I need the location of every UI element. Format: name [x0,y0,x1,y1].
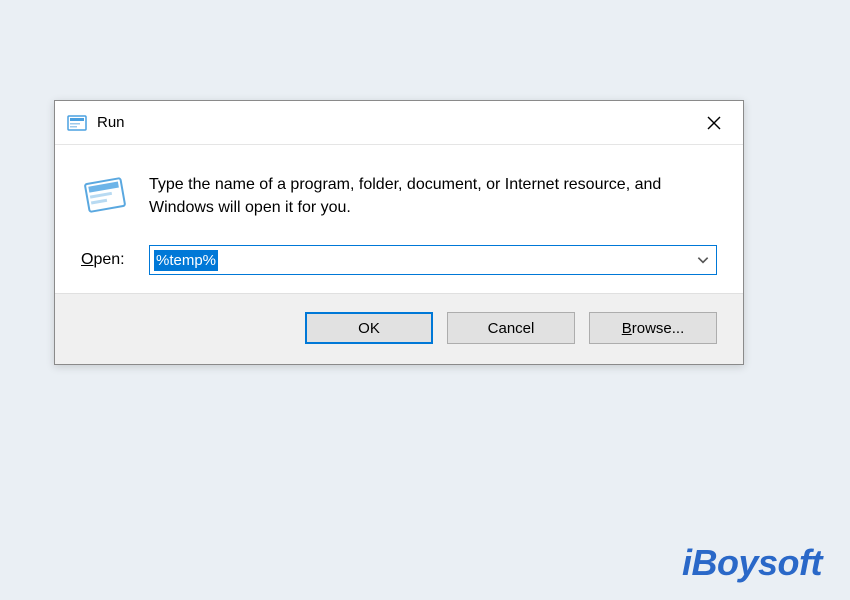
cancel-button[interactable]: Cancel [447,312,575,344]
button-row: OK Cancel Browse... [55,293,743,364]
run-dialog: Run Type the name of a program, fo [54,100,744,365]
close-icon [707,116,721,130]
dialog-content: Type the name of a program, folder, docu… [55,145,743,293]
open-input-value[interactable]: %temp% [154,250,218,272]
watermark-logo: iBoysoft [682,542,822,584]
open-label: Open: [81,251,133,269]
dialog-title: Run [97,114,691,131]
input-row: Open: %temp% [81,245,717,275]
titlebar: Run [55,101,743,145]
run-icon [67,113,87,133]
browse-button[interactable]: Browse... [589,312,717,344]
run-large-icon [81,171,129,219]
chevron-down-icon[interactable] [696,253,710,267]
ok-button[interactable]: OK [305,312,433,344]
description-row: Type the name of a program, folder, docu… [81,171,717,219]
open-combobox[interactable]: %temp% [149,245,717,275]
dialog-description: Type the name of a program, folder, docu… [149,171,717,219]
close-button[interactable] [691,105,737,141]
